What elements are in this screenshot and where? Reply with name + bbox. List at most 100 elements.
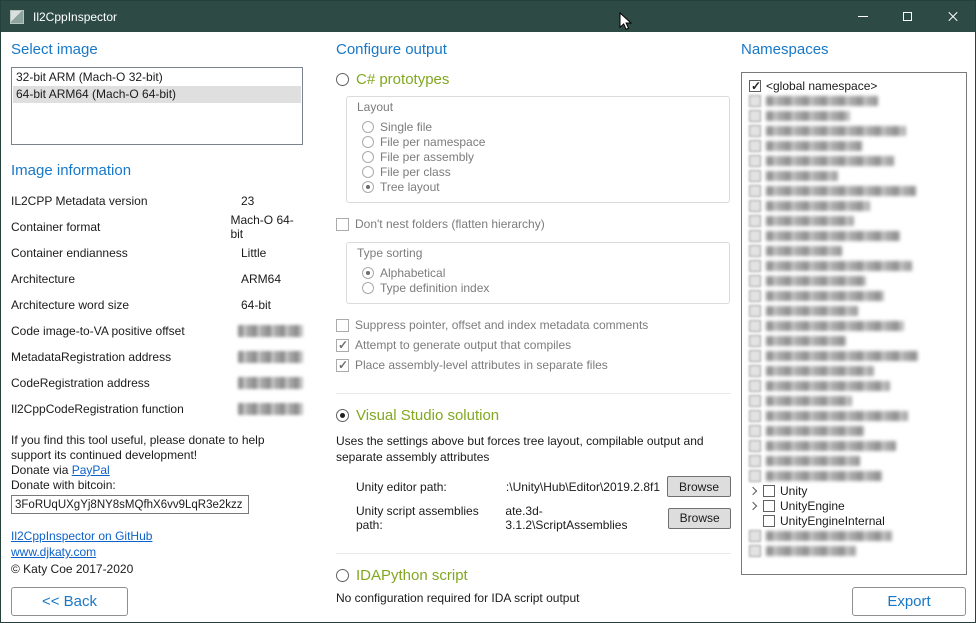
- compilable-output-option[interactable]: Attempt to generate output that compiles: [336, 338, 731, 352]
- expander-icon[interactable]: [749, 501, 758, 510]
- namespaces-panel[interactable]: <global namespace> Unity UnityEngine Uni…: [741, 72, 967, 575]
- layout-option[interactable]: Single file: [362, 119, 719, 134]
- namespace-item[interactable]: <global namespace>: [746, 78, 962, 93]
- layout-option[interactable]: File per namespace: [362, 134, 719, 149]
- namespace-item-redacted[interactable]: [746, 408, 962, 423]
- namespace-checkbox[interactable]: [749, 335, 761, 347]
- file-per-assembly-radio[interactable]: [362, 151, 374, 163]
- namespace-item[interactable]: UnityEngineInternal: [746, 513, 962, 528]
- unity-checkbox[interactable]: [763, 485, 775, 497]
- list-item[interactable]: 64-bit ARM64 (Mach-O 64-bit): [13, 86, 301, 103]
- namespace-item-redacted[interactable]: [746, 108, 962, 123]
- list-item[interactable]: 32-bit ARM (Mach-O 32-bit): [13, 69, 301, 86]
- namespace-item-redacted[interactable]: [746, 243, 962, 258]
- single-file-radio[interactable]: [362, 121, 374, 133]
- close-button[interactable]: [930, 1, 975, 32]
- type-sorting-option[interactable]: Type definition index: [362, 280, 719, 295]
- file-per-class-radio[interactable]: [362, 166, 374, 178]
- namespace-item-redacted[interactable]: [746, 453, 962, 468]
- namespace-checkbox[interactable]: [749, 275, 761, 287]
- namespace-item-redacted[interactable]: [746, 468, 962, 483]
- namespace-item-redacted[interactable]: [746, 258, 962, 273]
- namespace-checkbox[interactable]: [749, 95, 761, 107]
- namespace-checkbox[interactable]: [749, 110, 761, 122]
- namespace-item-redacted[interactable]: [746, 543, 962, 558]
- namespace-checkbox[interactable]: [749, 425, 761, 437]
- namespace-item-redacted[interactable]: [746, 303, 962, 318]
- file-per-namespace-radio[interactable]: [362, 136, 374, 148]
- namespace-item-redacted[interactable]: [746, 378, 962, 393]
- namespace-item-redacted[interactable]: [746, 423, 962, 438]
- namespace-item[interactable]: UnityEngine: [746, 498, 962, 513]
- namespace-checkbox[interactable]: [749, 290, 761, 302]
- bitcoin-address-input[interactable]: [11, 495, 249, 514]
- image-listbox[interactable]: 32-bit ARM (Mach-O 32-bit) 64-bit ARM64 …: [11, 67, 303, 145]
- github-link[interactable]: Il2CppInspector on GitHub: [11, 529, 152, 543]
- namespace-checkbox[interactable]: [749, 380, 761, 392]
- namespace-checkbox[interactable]: [749, 185, 761, 197]
- idapython-radio[interactable]: [336, 569, 349, 582]
- visual-studio-option[interactable]: Visual Studio solution: [336, 407, 731, 424]
- alphabetical-radio[interactable]: [362, 267, 374, 279]
- export-button[interactable]: Export: [852, 587, 966, 616]
- separate-attributes-checkbox[interactable]: [336, 359, 349, 372]
- unityengine-checkbox[interactable]: [763, 500, 775, 512]
- namespace-item-redacted[interactable]: [746, 198, 962, 213]
- namespace-checkbox[interactable]: [749, 230, 761, 242]
- namespace-checkbox[interactable]: [749, 395, 761, 407]
- global-namespace-checkbox[interactable]: [749, 80, 761, 92]
- namespace-checkbox[interactable]: [749, 170, 761, 182]
- namespace-item-redacted[interactable]: [746, 528, 962, 543]
- namespace-checkbox[interactable]: [749, 140, 761, 152]
- suppress-metadata-option[interactable]: Suppress pointer, offset and index metad…: [336, 318, 731, 332]
- namespace-item-redacted[interactable]: [746, 438, 962, 453]
- namespace-checkbox[interactable]: [749, 245, 761, 257]
- namespace-item-redacted[interactable]: [746, 288, 962, 303]
- namespace-item-redacted[interactable]: [746, 393, 962, 408]
- browse-unity-editor-button[interactable]: Browse: [667, 476, 731, 497]
- website-link[interactable]: www.djkaty.com: [11, 545, 96, 559]
- namespace-item[interactable]: Unity: [746, 483, 962, 498]
- visual-studio-radio[interactable]: [336, 409, 349, 422]
- namespace-checkbox[interactable]: [749, 200, 761, 212]
- type-definition-index-radio[interactable]: [362, 282, 374, 294]
- type-sorting-option[interactable]: Alphabetical: [362, 265, 719, 280]
- layout-option[interactable]: File per class: [362, 164, 719, 179]
- namespace-checkbox[interactable]: [749, 260, 761, 272]
- namespace-checkbox[interactable]: [749, 470, 761, 482]
- back-button[interactable]: << Back: [11, 587, 128, 616]
- unity-assemblies-path-value[interactable]: ate.3d-3.1.2\ScriptAssemblies: [505, 504, 661, 532]
- namespace-item-redacted[interactable]: [746, 153, 962, 168]
- csharp-prototypes-radio[interactable]: [336, 73, 349, 86]
- namespace-checkbox[interactable]: [749, 455, 761, 467]
- tree-layout-radio[interactable]: [362, 181, 374, 193]
- namespace-item-redacted[interactable]: [746, 273, 962, 288]
- separate-attributes-option[interactable]: Place assembly-level attributes in separ…: [336, 358, 731, 372]
- expander-icon[interactable]: [749, 486, 758, 495]
- namespace-item-redacted[interactable]: [746, 213, 962, 228]
- namespace-checkbox[interactable]: [749, 155, 761, 167]
- unity-editor-path-value[interactable]: :\Unity\Hub\Editor\2019.2.8f1: [506, 480, 660, 494]
- csharp-prototypes-option[interactable]: C# prototypes: [336, 71, 731, 88]
- idapython-option[interactable]: IDAPython script: [336, 567, 731, 584]
- suppress-metadata-checkbox[interactable]: [336, 319, 349, 332]
- layout-option[interactable]: Tree layout: [362, 179, 719, 194]
- namespace-checkbox[interactable]: [749, 350, 761, 362]
- namespace-item-redacted[interactable]: [746, 183, 962, 198]
- namespace-item-redacted[interactable]: [746, 228, 962, 243]
- namespace-checkbox[interactable]: [749, 320, 761, 332]
- browse-unity-assemblies-button[interactable]: Browse: [668, 508, 731, 529]
- namespace-item-redacted[interactable]: [746, 348, 962, 363]
- compilable-output-checkbox[interactable]: [336, 339, 349, 352]
- unityengineinternal-checkbox[interactable]: [763, 515, 775, 527]
- maximize-button[interactable]: [885, 1, 930, 32]
- flatten-hierarchy-checkbox[interactable]: [336, 218, 349, 231]
- namespace-item-redacted[interactable]: [746, 93, 962, 108]
- namespace-item-redacted[interactable]: [746, 138, 962, 153]
- flatten-hierarchy-option[interactable]: Don't nest folders (flatten hierarchy): [336, 217, 731, 231]
- namespace-checkbox[interactable]: [749, 545, 761, 557]
- namespace-checkbox[interactable]: [749, 530, 761, 542]
- namespace-item-redacted[interactable]: [746, 318, 962, 333]
- layout-option[interactable]: File per assembly: [362, 149, 719, 164]
- namespace-item-redacted[interactable]: [746, 363, 962, 378]
